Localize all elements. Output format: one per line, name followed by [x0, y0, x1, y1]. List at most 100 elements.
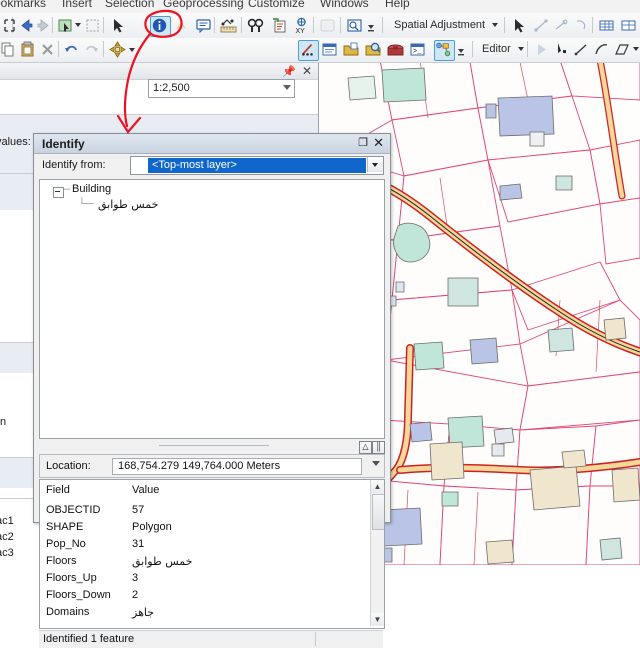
- chevron-down-icon[interactable]: [367, 157, 383, 172]
- find-icon[interactable]: [246, 16, 265, 35]
- identify-from-icon-slot: [132, 158, 148, 173]
- tree-node-building[interactable]: Building: [72, 183, 111, 195]
- link-table-2-icon[interactable]: [619, 16, 638, 35]
- toc-header: 📌 ✕: [0, 62, 318, 80]
- model-builder-icon[interactable]: [434, 40, 455, 61]
- tree-connector: –: [64, 183, 71, 195]
- menu-item-insert[interactable]: Insert: [62, 0, 92, 10]
- select-features-dropdown-caret[interactable]: [75, 23, 81, 27]
- search-icon[interactable]: [364, 40, 383, 59]
- menu-item-windows[interactable]: Windows: [320, 0, 369, 10]
- map-scale-combo[interactable]: 1:2,500: [148, 79, 295, 98]
- toolbar2-overflow-icon[interactable]: [456, 45, 466, 57]
- paste-icon[interactable]: [18, 40, 37, 59]
- spatial-adjustment-menu-label[interactable]: Spatial Adjustment: [394, 19, 485, 31]
- menu-item-help[interactable]: Help: [385, 0, 410, 10]
- collapse-up-button[interactable]: △: [359, 441, 372, 454]
- straight-segment-icon[interactable]: [572, 40, 591, 59]
- chevron-down-icon[interactable]: [372, 461, 380, 466]
- select-links-icon[interactable]: [572, 16, 591, 35]
- new-identity-link-icon[interactable]: [552, 16, 571, 35]
- curve-segment-icon[interactable]: [592, 40, 611, 59]
- tools-toolbar[interactable]: XY Spatial Adjustment: [0, 13, 640, 39]
- undo-icon[interactable]: [62, 40, 81, 59]
- table-of-contents-icon[interactable]: [320, 40, 339, 59]
- find-route-icon[interactable]: [270, 16, 289, 35]
- hyperlink-icon[interactable]: [172, 16, 191, 35]
- splitter-grip: [159, 445, 269, 446]
- scrollbar-thumb[interactable]: [372, 494, 384, 530]
- cell-field: Pop_No: [46, 538, 86, 550]
- identify-dialog[interactable]: Identify ❐ ✕ Identify from: <Top-most la…: [33, 133, 391, 648]
- menu-item-selection[interactable]: Selection: [105, 0, 154, 10]
- tree-expander-building[interactable]: [53, 187, 64, 198]
- edit-vertices-icon[interactable]: [552, 40, 571, 59]
- scroll-up-icon[interactable]: ▲: [371, 480, 384, 493]
- identify-status-text: Identified 1 feature: [43, 633, 135, 645]
- identify-dialog-titlebar[interactable]: Identify ❐ ✕: [34, 134, 390, 154]
- cell-value: 31: [132, 538, 145, 550]
- add-data-dropdown-caret[interactable]: [129, 48, 135, 52]
- standard-toolbar[interactable]: >_ Editor 1:2,500: [0, 38, 640, 98]
- select-elements-icon[interactable]: [108, 16, 127, 35]
- identify-results-tree[interactable]: – Building └─ خمس طوابق: [39, 179, 385, 439]
- scroll-down-icon[interactable]: ▼: [371, 613, 384, 626]
- chevron-down-icon[interactable]: [283, 85, 291, 90]
- restore-button[interactable]: ║: [372, 441, 385, 454]
- attributes-table[interactable]: Field Value OBJECTID 57 SHAPE Polygon Po…: [39, 479, 385, 629]
- menu-item-customize[interactable]: Customize: [248, 0, 305, 10]
- identify-icon[interactable]: [150, 16, 171, 37]
- select-features-icon[interactable]: [56, 16, 75, 35]
- create-viewer-window-icon[interactable]: [345, 16, 364, 35]
- trace-icon[interactable]: [612, 40, 631, 59]
- go-to-xy-icon[interactable]: XY: [292, 16, 311, 35]
- editor-caret[interactable]: [518, 47, 524, 51]
- cell-field: Floors_Up: [46, 572, 97, 584]
- toc-label-mac2: ac2: [0, 531, 14, 543]
- edit-tool-icon[interactable]: [509, 16, 528, 35]
- add-data-icon[interactable]: [108, 40, 127, 59]
- identify-splitter[interactable]: △ ║: [39, 440, 385, 454]
- attributes-scrollbar[interactable]: ▲ ▼: [370, 480, 384, 626]
- python-window-icon[interactable]: >_: [408, 40, 427, 59]
- redo-icon[interactable]: [82, 40, 101, 59]
- table-row[interactable]: Pop_No 31: [40, 536, 370, 553]
- pin-icon[interactable]: 📌: [282, 65, 296, 78]
- close-icon[interactable]: ✕: [373, 135, 384, 151]
- time-slider-icon[interactable]: [318, 16, 337, 35]
- copy-icon[interactable]: [0, 40, 17, 59]
- table-row[interactable]: Floors_Up 3: [40, 570, 370, 587]
- location-label: Location:: [46, 460, 91, 472]
- edit-sketch-tool-icon[interactable]: [532, 40, 551, 59]
- arctoolbox-icon[interactable]: [386, 40, 405, 59]
- menu-item-bookmarks[interactable]: ookmarks: [0, 0, 46, 10]
- measure-icon[interactable]: [219, 16, 238, 35]
- identify-from-combo[interactable]: <Top-most layer>: [130, 156, 384, 175]
- table-header-row: Field Value: [40, 482, 370, 499]
- location-field[interactable]: 168,754.279 149,764.000 Meters: [112, 458, 362, 475]
- new-displacement-link-icon[interactable]: [532, 16, 551, 35]
- tree-node-feature[interactable]: خمس طوابق: [98, 198, 158, 211]
- delete-icon[interactable]: [38, 40, 57, 59]
- table-row[interactable]: Floors خمس طوابق: [40, 553, 370, 570]
- clear-selection-icon[interactable]: [83, 16, 102, 35]
- table-row[interactable]: Floors_Down 2: [40, 587, 370, 604]
- view-link-table-icon[interactable]: [597, 16, 616, 35]
- forward-extent-icon[interactable]: [34, 16, 53, 35]
- html-popup-icon[interactable]: [194, 16, 213, 35]
- table-row[interactable]: Domains جاهز: [40, 604, 370, 621]
- spatial-adjustment-caret[interactable]: [492, 23, 498, 27]
- maximize-icon[interactable]: ❐: [358, 136, 368, 149]
- table-row[interactable]: OBJECTID 57: [40, 502, 370, 519]
- cell-field: SHAPE: [46, 521, 84, 533]
- table-row[interactable]: SHAPE Polygon: [40, 519, 370, 536]
- editing-style-icon[interactable]: [298, 40, 319, 61]
- toolbar-overflow-icon[interactable]: [366, 21, 376, 33]
- cell-value: خمس طوابق: [132, 555, 193, 568]
- close-icon[interactable]: ✕: [302, 64, 312, 78]
- editor-menu-label[interactable]: Editor: [482, 43, 511, 55]
- catalog-icon[interactable]: [342, 40, 361, 59]
- trace-caret[interactable]: [633, 47, 639, 51]
- menu-bar[interactable]: ookmarks Insert Selection Geoprocessing …: [0, 0, 640, 14]
- menu-item-geoprocessing[interactable]: Geoprocessing: [163, 0, 244, 10]
